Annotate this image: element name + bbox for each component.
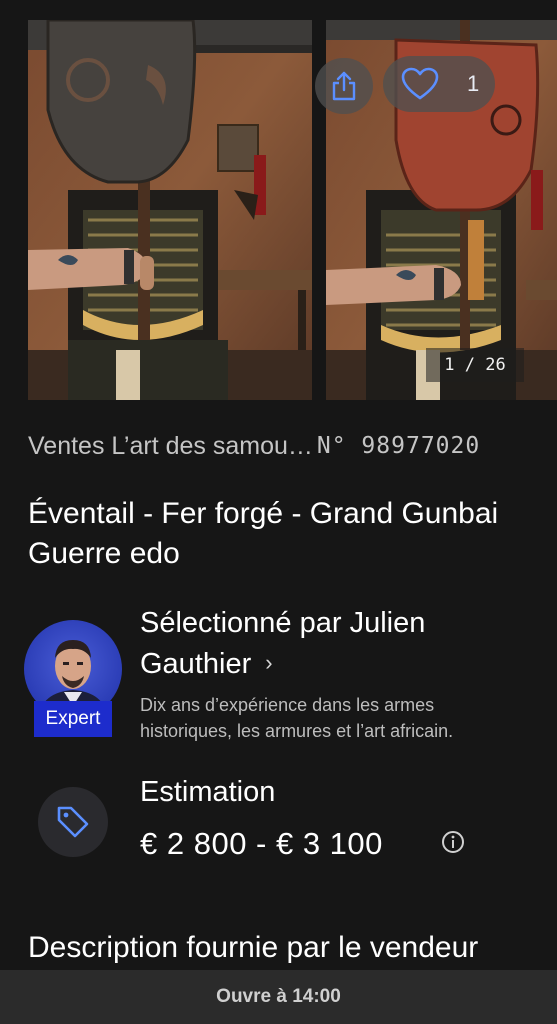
lot-page: 1 1 / 26 Ventes L’art des samou… N° 9897… — [0, 0, 557, 1024]
chevron-right-icon: › — [265, 650, 273, 675]
like-button[interactable]: 1 — [383, 56, 495, 112]
lot-photo-1[interactable] — [28, 20, 312, 400]
like-count: 1 — [467, 71, 480, 96]
info-icon[interactable] — [441, 830, 465, 854]
expert-name-link[interactable]: Sélectionné par Julien Gauthier › — [140, 603, 520, 684]
lot-title: Éventail - Fer forgé - Grand Gunbai Guer… — [28, 497, 499, 570]
estimate-label: Estimation — [140, 776, 276, 808]
estimate-icon-circle — [38, 787, 108, 857]
share-icon — [332, 71, 356, 101]
heart-icon — [401, 67, 439, 100]
lot-number: N° 98977020 — [316, 433, 481, 459]
auction-breadcrumb[interactable]: Ventes L’art des samou… — [28, 432, 313, 461]
expert-name: Sélectionné par Julien Gauthier — [140, 607, 426, 680]
expert-bio: Dix ans d’expérience dans les armes hist… — [140, 695, 454, 741]
description-heading: Description fournie par le vendeur — [28, 931, 479, 964]
info-icon-glyph — [442, 831, 464, 853]
image-gallery[interactable]: 1 1 / 26 — [0, 0, 557, 400]
bidding-status-bar[interactable]: Ouvre à 14:00 — [0, 970, 557, 1024]
opening-time: Ouvre à 14:00 — [216, 986, 341, 1007]
image-counter: 1 / 26 — [426, 348, 524, 382]
samurai-armor-photo — [28, 20, 312, 400]
price-tag-icon — [57, 806, 89, 838]
share-button[interactable] — [315, 58, 373, 114]
lot-meta-row: Ventes L’art des samou… N° 98977020 — [28, 426, 538, 466]
estimate-value: € 2 800 - € 3 100 — [140, 826, 383, 861]
expert-badge: Expert — [34, 701, 112, 737]
